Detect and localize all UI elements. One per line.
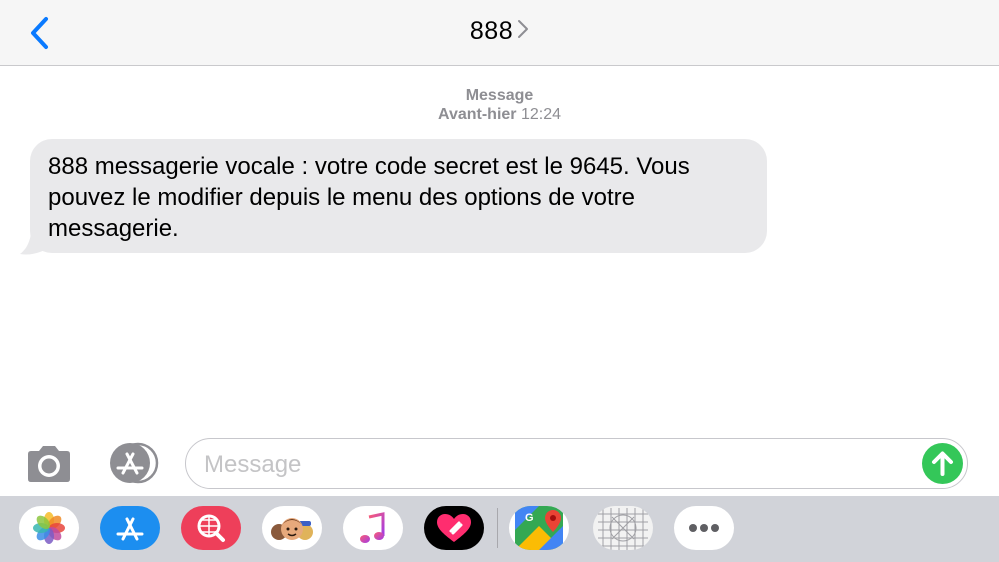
day-label: Avant-hier xyxy=(437,106,517,123)
grid-icon xyxy=(598,508,648,550)
message-input[interactable]: Message xyxy=(185,438,968,489)
music-note-icon xyxy=(360,512,385,543)
app-more[interactable] xyxy=(674,506,734,550)
apps-button[interactable] xyxy=(104,440,160,486)
camera-icon xyxy=(28,446,70,482)
app-store-icon xyxy=(116,517,144,541)
app-music[interactable] xyxy=(343,506,403,550)
photos-icon xyxy=(33,512,65,544)
contact-name: 888 xyxy=(469,16,514,45)
app-drawer: G xyxy=(0,496,999,562)
app-google-maps[interactable]: G xyxy=(509,506,569,550)
heart-icon xyxy=(437,514,471,542)
app-digital-touch[interactable] xyxy=(424,506,484,550)
app-memoji[interactable] xyxy=(262,506,322,550)
messages-screen: 888 Message Avant-hier 12:24 888 message… xyxy=(0,0,999,562)
timestamp: Avant-hier 12:24 xyxy=(0,106,999,124)
contact-header[interactable]: 888 xyxy=(0,16,999,46)
camera-button[interactable] xyxy=(24,444,74,484)
navigation-bar: 888 xyxy=(0,0,999,66)
app-app-store[interactable] xyxy=(100,506,160,550)
message-bubble-incoming[interactable]: 888 messagerie vocale : votre code secre… xyxy=(30,139,767,253)
message-input-placeholder: Message xyxy=(204,451,302,478)
app-photos[interactable] xyxy=(19,506,79,550)
maps-icon: G xyxy=(515,506,563,550)
app-store-icon xyxy=(110,442,159,484)
send-arrow-icon xyxy=(932,451,953,476)
memoji-icon xyxy=(271,518,313,540)
svg-text:G: G xyxy=(525,512,534,524)
send-button[interactable] xyxy=(922,443,963,484)
service-label: Message xyxy=(465,87,534,104)
time-label: 12:24 xyxy=(520,106,562,123)
app-images-search[interactable] xyxy=(181,506,241,550)
app-grid[interactable] xyxy=(593,506,653,550)
chevron-right-icon xyxy=(517,17,529,46)
more-dots-icon xyxy=(689,524,719,532)
drawer-divider xyxy=(497,508,498,548)
globe-search-icon xyxy=(197,514,225,542)
message-text: 888 messagerie vocale : votre code secre… xyxy=(48,153,690,242)
